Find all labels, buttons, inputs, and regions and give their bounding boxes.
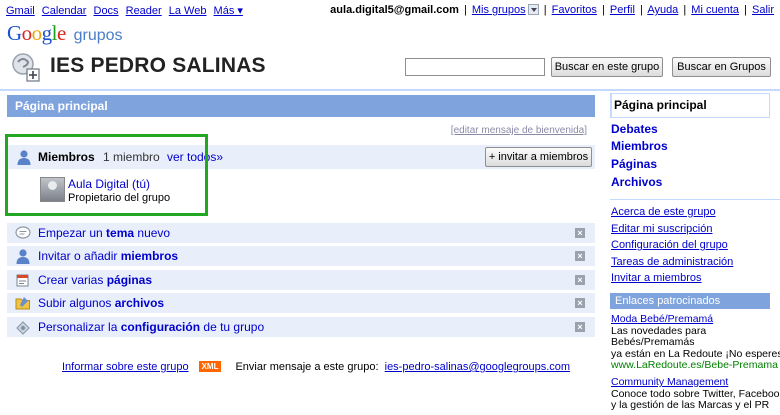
task-upload-files[interactable]: Subir algunos archivos × (7, 293, 595, 313)
my-account-link[interactable]: Mi cuenta (691, 4, 739, 16)
close-icon[interactable]: × (575, 322, 585, 332)
reader-link[interactable]: Reader (126, 5, 162, 17)
xml-feed-badge[interactable]: XML (198, 361, 222, 372)
ad-title[interactable]: Moda Bebé/Premamá (611, 313, 780, 326)
google-wordmark: Google (7, 21, 66, 45)
google-groups-logo[interactable]: Google grupos (7, 21, 123, 47)
send-message-label: Enviar mensaje a este grupo: (235, 361, 379, 373)
sponsored-links-header: Enlaces patrocinados (610, 293, 770, 309)
ad-text: y la gestión de las Marcas y el PR (611, 399, 770, 411)
folder-icon (15, 297, 30, 310)
page-icon (16, 274, 29, 287)
task-invite-members[interactable]: Invitar o añadir miembros × (7, 246, 595, 266)
edit-welcome-link[interactable]: [editar mensaje de bienvenida] (451, 125, 587, 136)
my-groups-link[interactable]: Mis grupos (472, 4, 526, 16)
chevron-down-icon[interactable] (527, 4, 539, 15)
sidebar-item-debates[interactable]: Debates (611, 122, 658, 136)
close-icon[interactable]: × (575, 251, 585, 261)
invite-members-link[interactable]: Invitar a miembros (611, 272, 733, 289)
close-icon[interactable]: × (575, 275, 585, 285)
group-settings-link[interactable]: Configuración del grupo (611, 239, 733, 256)
web-link[interactable]: La Web (169, 5, 207, 17)
task-start-topic[interactable]: Empezar un tema nuevo × (7, 223, 595, 243)
account-links: aula.digital5@gmail.com | Mis grupos | F… (330, 4, 774, 16)
admin-tasks-link[interactable]: Tareas de administración (611, 256, 733, 273)
about-group-link[interactable]: Acerca de este grupo (611, 206, 733, 223)
sidebar-item-pages[interactable]: Páginas (611, 157, 657, 171)
task-customize-settings[interactable]: Personalizar la configuración de tu grup… (7, 317, 595, 337)
search-group-button[interactable]: Buscar en este grupo (551, 57, 663, 77)
group-icon (12, 53, 40, 82)
profile-link[interactable]: Perfil (610, 4, 635, 16)
group-title: IES PEDRO SALINAS (50, 54, 266, 77)
header-divider (0, 89, 780, 91)
sidebar-links: Acerca de este grupo Editar mi suscripci… (611, 206, 733, 289)
task-create-pages[interactable]: Crear varias páginas × (7, 270, 595, 290)
sidebar-divider (610, 199, 780, 200)
grupos-label: grupos (73, 27, 123, 44)
edit-subscription-link[interactable]: Editar mi suscripción (611, 223, 733, 240)
more-menu[interactable]: Más ▾ (214, 5, 243, 17)
sign-out-link[interactable]: Salir (752, 4, 774, 16)
group-email-link[interactable]: ies-pedro-salinas@googlegroups.com (385, 361, 570, 373)
ad-url[interactable]: www.LaRedoute.es/Bebe-Premama (611, 359, 780, 372)
settings-icon (16, 321, 30, 335)
ad-text: Bebés/Premamás (611, 336, 695, 348)
page-title-bar: Página principal (7, 95, 595, 117)
sidebar-item-members[interactable]: Miembros (611, 139, 668, 153)
footer: Informar sobre este grupo XML Enviar mensa… (62, 361, 570, 373)
product-links: Gmail Calendar Docs Reader La Web Más ▾ (6, 4, 247, 17)
ad-item[interactable]: Community Management Conoce todo sobre T… (611, 376, 780, 412)
ad-item[interactable]: Moda Bebé/Premamá Las novedades para Beb… (611, 313, 780, 372)
docs-link[interactable]: Docs (94, 5, 119, 17)
close-icon[interactable]: × (575, 228, 585, 238)
favorites-link[interactable]: Favoritos (552, 4, 597, 16)
gmail-link[interactable]: Gmail (6, 5, 35, 17)
sidebar-item-home[interactable]: Página principal (610, 93, 770, 118)
highlight-box (5, 134, 208, 216)
report-group-link[interactable]: Informar sobre este grupo (62, 361, 189, 373)
speech-bubble-icon (15, 226, 31, 239)
search-groups-button[interactable]: Buscar en Grupos (672, 57, 771, 77)
sidebar-item-files[interactable]: Archivos (611, 175, 662, 189)
user-email: aula.digital5@gmail.com (330, 4, 459, 16)
calendar-link[interactable]: Calendar (42, 5, 87, 17)
ad-title[interactable]: Community Management (611, 376, 780, 389)
person-icon (16, 249, 30, 264)
close-icon[interactable]: × (575, 298, 585, 308)
search-input[interactable] (405, 58, 545, 76)
invite-members-button[interactable]: + invitar a miembros (485, 147, 592, 167)
top-bar: Gmail Calendar Docs Reader La Web Más ▾ … (0, 0, 780, 20)
help-link[interactable]: Ayuda (647, 4, 678, 16)
